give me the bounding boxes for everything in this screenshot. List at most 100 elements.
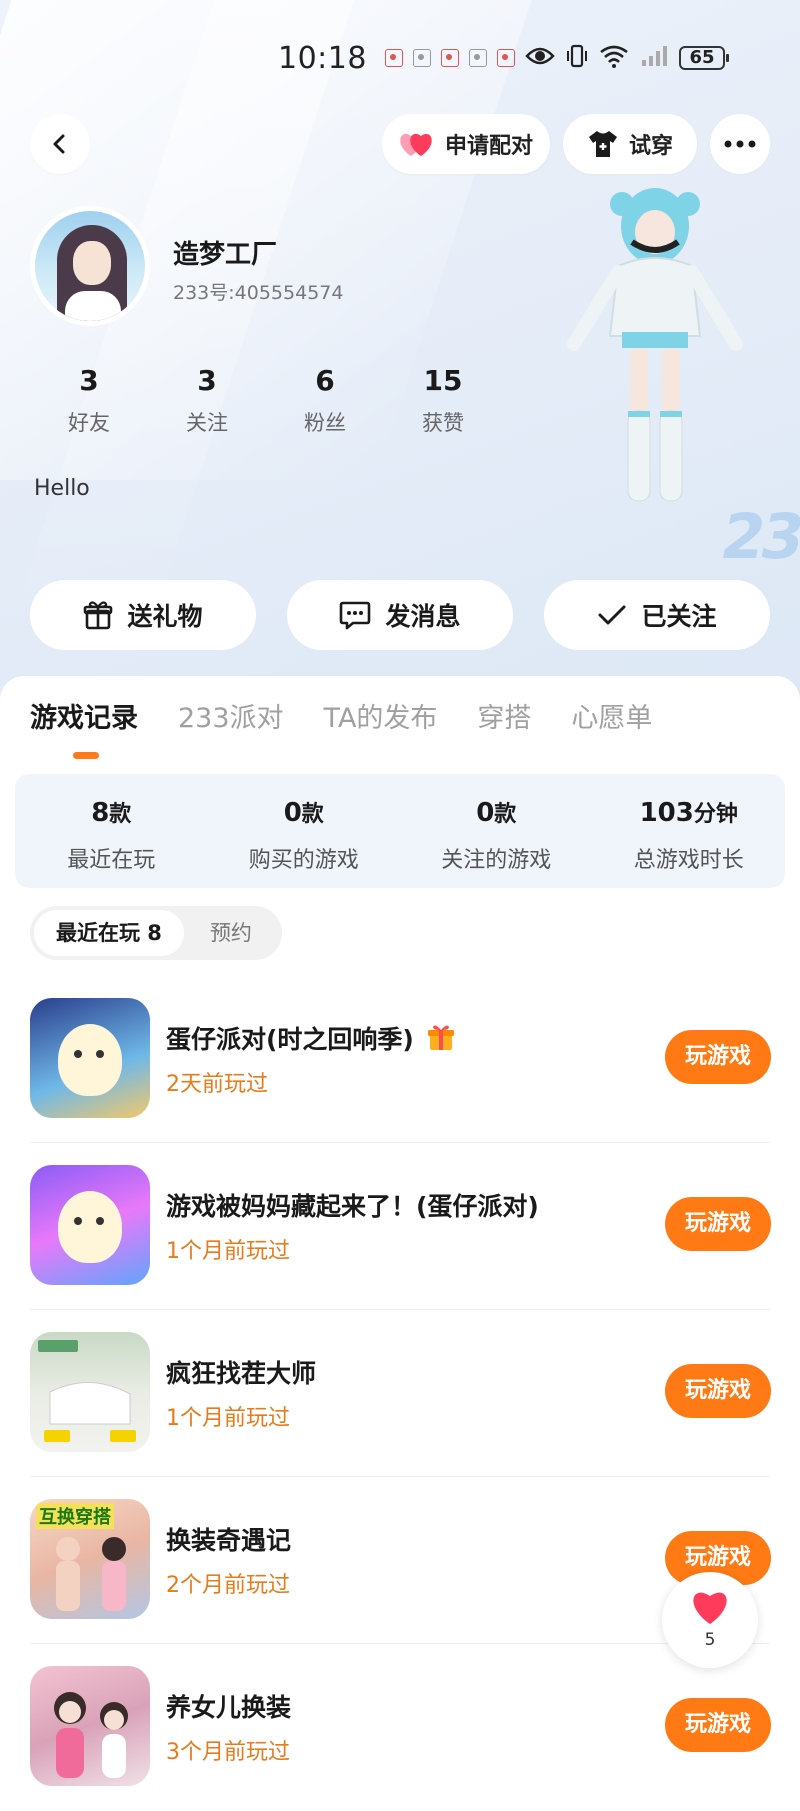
play-game-button[interactable]: 玩游戏: [665, 1197, 771, 1251]
summary-unit: 款: [301, 802, 324, 827]
double-heart-icon: [400, 133, 432, 156]
more-options-button[interactable]: [710, 114, 770, 174]
notification-icon: [412, 49, 431, 67]
summary-unit: 款: [109, 802, 132, 827]
checkmark-icon: [598, 605, 626, 625]
try-on-label: 试穿: [628, 134, 673, 159]
last-played: 1个月前玩过: [166, 1239, 290, 1264]
gift-icon: [84, 601, 113, 630]
back-button[interactable]: [30, 114, 90, 174]
chat-bubble-icon: [340, 601, 371, 630]
notification-icon: [440, 49, 459, 67]
filter-recent-played[interactable]: 最近在玩 8: [34, 910, 184, 956]
notification-icon: [496, 49, 515, 67]
play-game-button[interactable]: 玩游戏: [665, 1030, 771, 1084]
tab-posts[interactable]: TA的发布: [324, 696, 438, 735]
like-count: 5: [704, 1630, 716, 1650]
battery-indicator: 65: [678, 46, 729, 70]
stat-fans[interactable]: 6 粉丝: [266, 364, 384, 437]
play-game-button[interactable]: 玩游戏: [665, 1698, 771, 1752]
avatar[interactable]: [30, 206, 150, 326]
list-filter-segment: 最近在玩 8 预约: [30, 906, 282, 960]
stat-label: 关注: [186, 411, 228, 435]
send-gift-label: 送礼物: [127, 602, 203, 631]
heart-icon: [693, 1592, 727, 1624]
stat-label: 获赞: [422, 411, 464, 435]
stat-likes[interactable]: 15 获赞: [384, 364, 502, 437]
summary-value: 103: [639, 798, 694, 828]
game-summary: 8款 最近在玩 0款 购买的游戏 0款 关注的游戏 103分钟 总游戏时长: [15, 774, 785, 888]
clock: 10:18: [278, 40, 367, 76]
signal-icon: [639, 44, 669, 72]
stat-label: 粉丝: [304, 411, 346, 435]
avatar-character[interactable]: [560, 186, 750, 566]
summary-value: 0: [476, 798, 495, 828]
followed-label: 已关注: [641, 602, 717, 631]
profile-stats: 3 好友 3 关注 6 粉丝 15 获赞: [30, 364, 502, 437]
filter-reservations[interactable]: 预约: [184, 910, 278, 956]
game-list: 蛋仔派对(时之回响季) 2天前玩过 玩游戏 游戏被妈妈藏起来了！(蛋仔派对) 1…: [0, 976, 800, 1811]
game-title: 换装奇遇记: [166, 1526, 292, 1555]
pair-request-button[interactable]: 申请配对: [382, 114, 550, 174]
summary-unit: 分钟: [693, 802, 738, 827]
notification-icon: [468, 49, 487, 67]
followed-button[interactable]: 已关注: [544, 580, 770, 650]
vibrate-icon: [565, 44, 589, 72]
summary-value: 8: [91, 798, 110, 828]
wifi-icon: [599, 44, 629, 72]
tshirt-icon: [588, 131, 617, 157]
stat-label: 好友: [68, 411, 110, 435]
stat-value: 3: [79, 364, 99, 397]
tab-wishlist[interactable]: 心愿单: [571, 696, 652, 735]
last-played: 2天前玩过: [166, 1072, 268, 1097]
game-title: 养女儿换装: [166, 1693, 292, 1722]
send-message-button[interactable]: 发消息: [287, 580, 513, 650]
user-bio: Hello: [34, 476, 90, 501]
chevron-left-icon: [53, 134, 65, 154]
list-item[interactable]: 疯狂找茬大师 1个月前玩过 玩游戏: [0, 1310, 800, 1477]
game-title: 游戏被妈妈藏起来了！(蛋仔派对): [166, 1192, 539, 1221]
user-id[interactable]: 233号:405554574: [173, 278, 343, 305]
stat-value: 15: [423, 364, 463, 397]
summary-label: 最近在玩: [67, 848, 156, 873]
send-gift-button[interactable]: 送礼物: [30, 580, 256, 650]
last-played: 3个月前玩过: [166, 1740, 290, 1765]
like-button[interactable]: 5: [662, 1572, 758, 1668]
status-bar: 10:18 65: [278, 38, 800, 78]
gift-badge-icon: [427, 1025, 454, 1050]
more-dots-icon: [724, 140, 756, 148]
profile-tabs: 游戏记录 233派对 TA的发布 穿搭 心愿单: [30, 696, 652, 735]
summary-recent-played[interactable]: 8款 最近在玩: [15, 774, 208, 888]
last-played: 2个月前玩过: [166, 1573, 290, 1598]
summary-value: 0: [283, 798, 302, 828]
tab-outfits[interactable]: 穿搭: [477, 696, 531, 735]
summary-purchased[interactable]: 0款 购买的游戏: [208, 774, 401, 888]
try-on-button[interactable]: 试穿: [563, 114, 697, 174]
eggy-party-icon: [30, 998, 150, 1118]
pair-request-label: 申请配对: [444, 134, 533, 159]
tab-game-records[interactable]: 游戏记录: [30, 696, 138, 735]
notification-icon: [384, 49, 403, 67]
send-message-label: 发消息: [385, 602, 461, 631]
stat-value: 3: [197, 364, 217, 397]
summary-label: 购买的游戏: [248, 848, 359, 873]
list-item[interactable]: 游戏被妈妈藏起来了！(蛋仔派对) 1个月前玩过 玩游戏: [0, 1143, 800, 1310]
raise-daughter-icon: [30, 1666, 150, 1786]
stat-friends[interactable]: 3 好友: [30, 364, 148, 437]
dress-up-icon: 互换穿搭: [30, 1499, 150, 1619]
list-item[interactable]: 养女儿换装 3个月前玩过 玩游戏: [0, 1644, 800, 1811]
last-played: 1个月前玩过: [166, 1406, 290, 1431]
summary-label: 总游戏时长: [633, 848, 744, 873]
spot-difference-icon: [30, 1332, 150, 1452]
tab-233-party[interactable]: 233派对: [178, 696, 284, 735]
user-name: 造梦工厂: [173, 240, 278, 270]
game-title: 蛋仔派对(时之回响季): [166, 1020, 456, 1056]
summary-total-time[interactable]: 103分钟 总游戏时长: [593, 774, 786, 888]
list-item[interactable]: 蛋仔派对(时之回响季) 2天前玩过 玩游戏: [0, 976, 800, 1143]
summary-label: 关注的游戏: [441, 848, 552, 873]
stat-following[interactable]: 3 关注: [148, 364, 266, 437]
icon-caption: 互换穿搭: [36, 1503, 114, 1529]
summary-followed-games[interactable]: 0款 关注的游戏: [400, 774, 593, 888]
play-game-button[interactable]: 玩游戏: [665, 1364, 771, 1418]
brand-watermark: 233: [715, 500, 800, 573]
